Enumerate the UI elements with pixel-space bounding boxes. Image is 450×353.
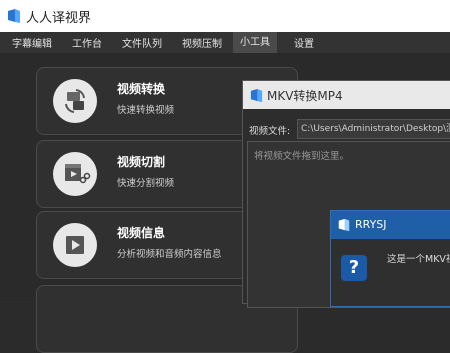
card-desc: 快速转换视频	[117, 105, 175, 116]
dialog-title-bar[interactable]: MKV转换MP4	[243, 81, 450, 109]
card-title: 视频转换	[117, 82, 166, 96]
card-title: 视频切割	[117, 155, 166, 169]
card-desc: 快速分割视频	[117, 178, 175, 189]
question-icon: ?	[341, 255, 367, 281]
menu-tools[interactable]: 小工具	[233, 32, 277, 53]
app-logo-icon	[250, 88, 263, 103]
card-desc: 分析视频和音频内容信息	[117, 249, 222, 260]
app-logo-icon	[8, 9, 20, 23]
video-file-label: 视频文件:	[249, 126, 291, 137]
menu-video-encode[interactable]: 视频压制	[182, 35, 222, 50]
menu-workbench[interactable]: 工作台	[72, 35, 102, 50]
drop-hint: 将视频文件拖到这里。	[254, 151, 350, 162]
message-title-bar[interactable]: RRYSJ	[331, 211, 450, 239]
message-dialog: RRYSJ ? 这是一个MKV视	[330, 210, 450, 307]
app-title: 人人译视界	[26, 11, 92, 26]
video-info-icon	[53, 223, 97, 267]
menu-subtitle-edit[interactable]: 字幕编辑	[12, 35, 52, 50]
video-cut-icon	[53, 152, 97, 196]
menu-file-queue[interactable]: 文件队列	[122, 35, 162, 50]
message-title: RRYSJ	[355, 218, 387, 231]
title-bar: 人人译视界	[0, 0, 450, 32]
message-text: 这是一个MKV视	[387, 254, 450, 265]
video-convert-icon	[53, 79, 97, 123]
card-title: 视频信息	[117, 226, 166, 240]
menu-settings[interactable]: 设置	[294, 35, 314, 50]
video-file-path-field[interactable]: C:\Users\Administrator\Desktop\测	[297, 119, 450, 139]
app-logo-icon	[338, 218, 350, 232]
dialog-title: MKV转换MP4	[267, 89, 343, 103]
menu-bar: 字幕编辑 工作台 文件队列 视频压制 小工具 设置	[0, 32, 450, 53]
